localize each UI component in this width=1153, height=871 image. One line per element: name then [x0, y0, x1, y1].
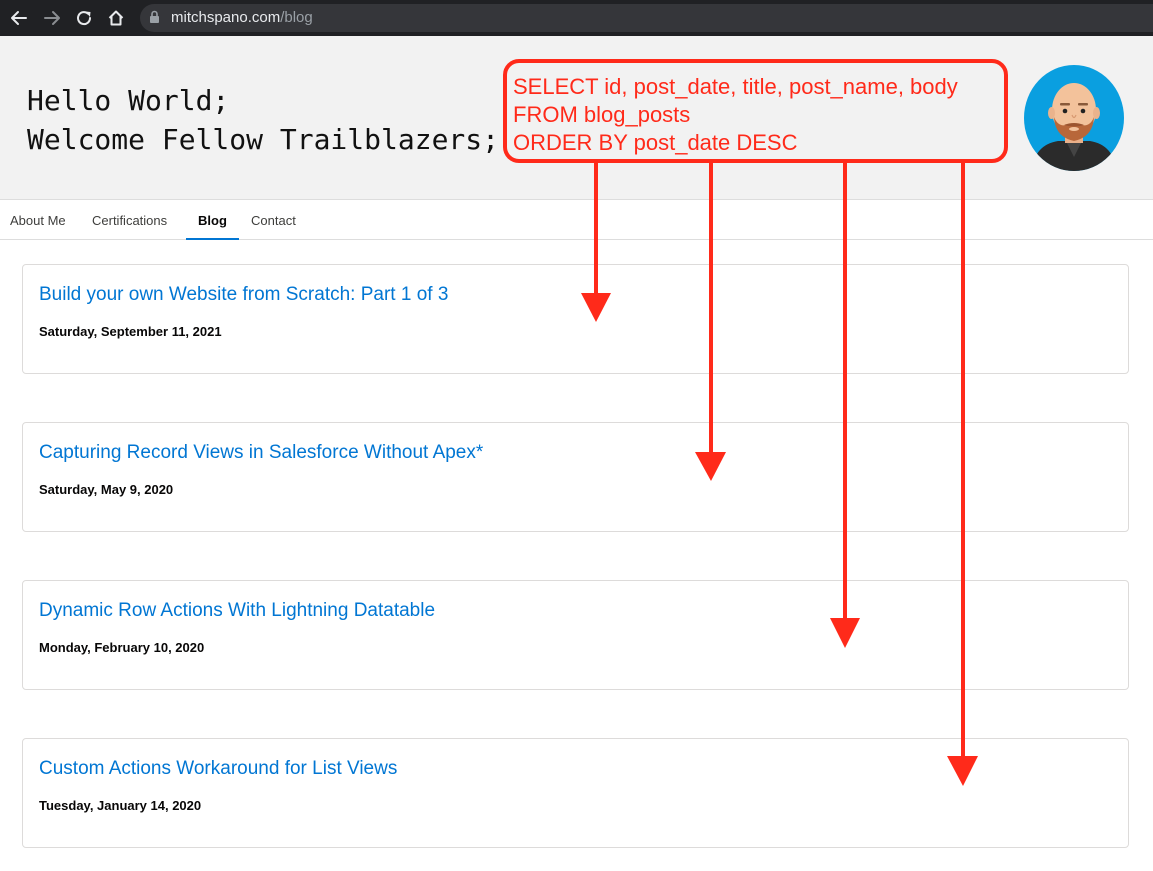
blog-post-card: Dynamic Row Actions With Lightning Datat… [22, 580, 1129, 690]
sql-line-select: SELECT id, post_date, title, post_name, … [513, 74, 958, 99]
browser-toolbar: mitchspano.com/blog [0, 0, 1153, 36]
post-title-link[interactable]: Capturing Record Views in Salesforce Wit… [39, 441, 483, 465]
header-greeting: Hello World; Welcome Fellow Trailblazers… [27, 81, 499, 159]
url-host: mitchspano.com [171, 9, 281, 26]
blog-post-card: Custom Actions Workaround for List Views… [22, 738, 1129, 848]
home-button[interactable] [103, 5, 129, 31]
post-date: Saturday, September 11, 2021 [39, 324, 222, 339]
reload-button[interactable] [71, 5, 97, 31]
post-date: Monday, February 10, 2020 [39, 640, 205, 655]
greeting-line-1: Hello World; [27, 84, 230, 117]
sql-line-from: FROM blog_posts [513, 102, 691, 127]
arrow-right-icon [44, 11, 60, 25]
sql-line-order-by: ORDER BY post_date DESC [513, 130, 798, 155]
tab-certifications[interactable]: Certifications [92, 200, 167, 240]
address-url[interactable]: mitchspano.com/blog [171, 9, 313, 27]
nav-tabs: About Me Certifications Blog Contact [0, 200, 1153, 240]
url-path: /blog [280, 9, 313, 26]
blog-post-card: Capturing Record Views in Salesforce Wit… [22, 422, 1129, 532]
greeting-line-2: Welcome Fellow Trailblazers; [27, 123, 500, 156]
blog-post-card: Build your own Website from Scratch: Par… [22, 264, 1129, 374]
lock-icon [150, 10, 159, 23]
avatar [1024, 65, 1124, 171]
post-title-link[interactable]: Custom Actions Workaround for List Views [39, 757, 397, 781]
post-title-link[interactable]: Build your own Website from Scratch: Par… [39, 283, 448, 307]
tab-blog[interactable]: Blog [186, 200, 239, 240]
back-button[interactable] [6, 5, 32, 31]
tab-about-me[interactable]: About Me [10, 200, 66, 240]
post-date: Tuesday, January 14, 2020 [39, 798, 202, 813]
forward-button[interactable] [39, 5, 65, 31]
page: mitchspano.com/blog Hello World; Welcome… [0, 0, 1153, 871]
home-icon [108, 10, 124, 26]
post-date: Saturday, May 9, 2020 [39, 482, 174, 497]
reload-icon [77, 11, 92, 26]
post-title-link[interactable]: Dynamic Row Actions With Lightning Datat… [39, 599, 435, 623]
tab-contact[interactable]: Contact [251, 200, 296, 240]
arrow-left-icon [11, 11, 27, 25]
